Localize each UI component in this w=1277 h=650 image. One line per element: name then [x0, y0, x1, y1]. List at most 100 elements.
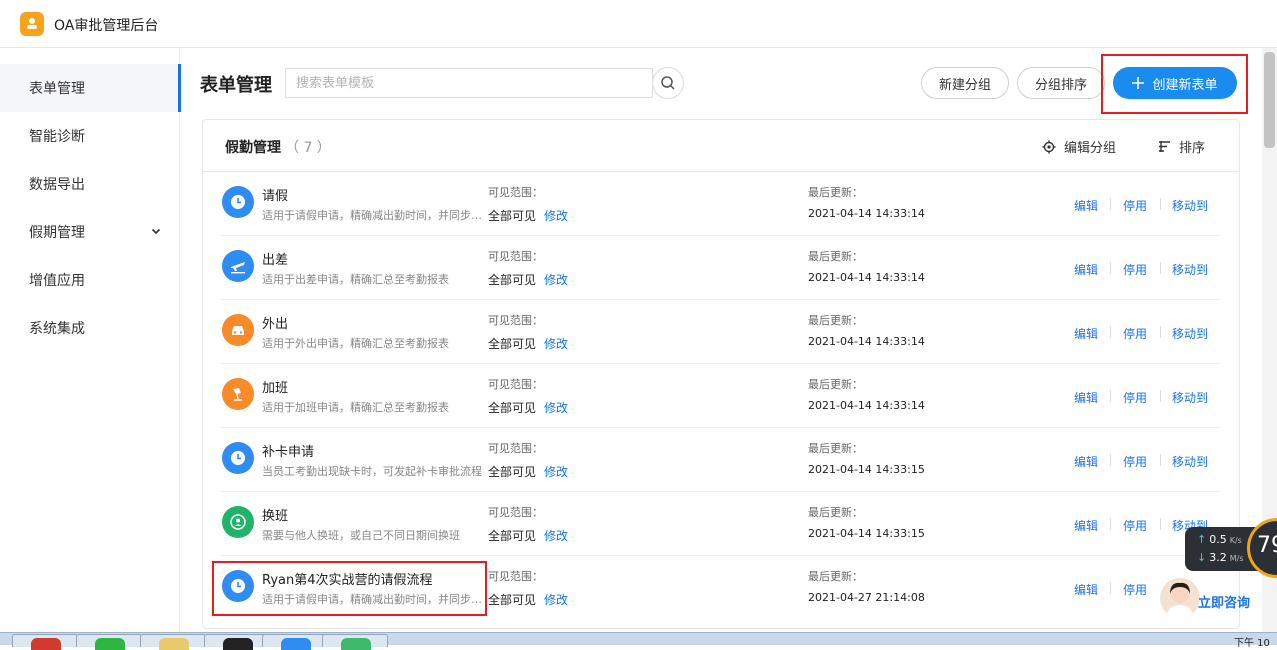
taskbar-app[interactable] — [140, 634, 206, 650]
form-description: 适用于请假申请，精确减出勤时间，并同步至考勤报表 — [262, 209, 488, 222]
sort-icon — [1159, 141, 1170, 152]
group-count: （ 7 ） — [285, 140, 331, 156]
form-name[interactable]: 外出 — [262, 313, 288, 332]
sidebar-item-data-export[interactable]: 数据导出 — [0, 160, 180, 208]
gear-icon — [1042, 140, 1056, 153]
modify-visibility-link[interactable]: 修改 — [544, 591, 568, 608]
app-icon — [95, 638, 125, 650]
last-updated-value: 2021-04-14 14:33:14 — [808, 399, 925, 412]
modify-visibility-link[interactable]: 修改 — [544, 335, 568, 352]
edit-link[interactable]: 编辑 — [1074, 389, 1098, 406]
form-description: 适用于出差申请，精确汇总至考勤报表 — [262, 273, 449, 286]
taskbar-app[interactable] — [204, 634, 270, 650]
form-row: 请假 适用于请假申请，精确减出勤时间，并同步至考勤报表 可见范围： 全部可见 修… — [221, 172, 1221, 236]
edit-group-button[interactable]: 编辑分组 — [1042, 137, 1116, 156]
highlight-box-create-button — [1101, 54, 1248, 114]
action-separator — [1110, 326, 1111, 338]
taskbar-app[interactable] — [322, 634, 388, 650]
edit-link[interactable]: 编辑 — [1074, 517, 1098, 534]
app-icon — [341, 638, 371, 650]
form-row: 换班 需要与他人换班，或自己不同日期间换班 可见范围： 全部可见 修改 最后更新… — [221, 492, 1221, 556]
sort-button[interactable]: 排序 — [1158, 137, 1205, 156]
modify-visibility-link[interactable]: 修改 — [544, 463, 568, 480]
sidebar-item-smart-diagnosis[interactable]: 智能诊断 — [0, 112, 180, 160]
action-separator — [1110, 198, 1111, 210]
form-description: 适用于加班申请，精确汇总至考勤报表 — [262, 401, 449, 414]
sidebar-item-label: 表单管理 — [29, 81, 85, 97]
disable-link[interactable]: 停用 — [1123, 453, 1147, 470]
visible-range-value: 全部可见 — [488, 465, 537, 479]
visible-range-label: 可见范围： — [488, 186, 543, 199]
move-to-link[interactable]: 移动到 — [1172, 453, 1208, 470]
chevron-down-icon — [151, 228, 161, 235]
action-separator — [1160, 518, 1161, 530]
form-row: 补卡申请 当员工考勤出现缺卡时，可发起补卡审批流程 可见范围： 全部可见 修改 … — [221, 428, 1221, 492]
taskbar-app[interactable] — [12, 634, 78, 650]
sidebar-item-system-integration[interactable]: 系统集成 — [0, 304, 180, 352]
move-to-link[interactable]: 移动到 — [1172, 389, 1208, 406]
highlight-box-new-form — [212, 561, 487, 616]
action-separator — [1160, 262, 1161, 274]
sidebar-item-label: 数据导出 — [29, 177, 85, 193]
move-to-link[interactable]: 移动到 — [1172, 325, 1208, 342]
scrollbar-thumb[interactable] — [1264, 52, 1275, 148]
disable-link[interactable]: 停用 — [1123, 325, 1147, 342]
last-updated-label: 最后更新： — [808, 378, 863, 391]
sidebar-item-label: 智能诊断 — [29, 129, 85, 145]
download-arrow-icon: ↓ — [1197, 551, 1207, 564]
disable-link[interactable]: 停用 — [1123, 517, 1147, 534]
taskbar-app[interactable] — [76, 634, 142, 650]
edit-link[interactable]: 编辑 — [1074, 325, 1098, 342]
move-to-link[interactable]: 移动到 — [1172, 197, 1208, 214]
search-icon — [661, 76, 675, 90]
page-title: 表单管理 — [200, 75, 272, 96]
sidebar-item-value-added-apps[interactable]: 增值应用 — [0, 256, 180, 304]
sidebar-item-form-management[interactable]: 表单管理 — [0, 64, 181, 112]
form-name[interactable]: 换班 — [262, 505, 288, 524]
upload-arrow-icon: ↑ — [1197, 533, 1207, 546]
sidebar-item-label: 假期管理 — [29, 225, 85, 241]
sidebar-item-label: 系统集成 — [29, 321, 85, 337]
new-group-button[interactable]: 新建分组 — [921, 67, 1009, 99]
disable-link[interactable]: 停用 — [1123, 261, 1147, 278]
visible-range-value: 全部可见 — [488, 273, 537, 287]
modify-visibility-link[interactable]: 修改 — [544, 527, 568, 544]
taskbar-app[interactable] — [262, 634, 328, 650]
move-to-link[interactable]: 移动到 — [1172, 261, 1208, 278]
clock-icon — [222, 442, 254, 474]
clock-icon — [222, 186, 254, 218]
last-updated-value: 2021-04-14 14:33:15 — [808, 527, 925, 540]
modify-visibility-link[interactable]: 修改 — [544, 207, 568, 224]
disable-link[interactable]: 停用 — [1123, 197, 1147, 214]
group-name: 假勤管理 — [225, 140, 281, 156]
action-separator — [1160, 198, 1161, 210]
group-sort-button[interactable]: 分组排序 — [1017, 67, 1105, 99]
disable-link[interactable]: 停用 — [1123, 389, 1147, 406]
folder-icon — [159, 638, 189, 650]
action-separator — [1160, 390, 1161, 402]
form-row: 出差 适用于出差申请，精确汇总至考勤报表 可见范围： 全部可见 修改 最后更新：… — [221, 236, 1221, 300]
form-description: 适用于外出申请，精确汇总至考勤报表 — [262, 337, 449, 350]
disable-link[interactable]: 停用 — [1123, 581, 1147, 598]
form-name[interactable]: 请假 — [262, 185, 288, 204]
form-name[interactable]: 补卡申请 — [262, 441, 314, 460]
edit-link[interactable]: 编辑 — [1074, 453, 1098, 470]
edit-link[interactable]: 编辑 — [1074, 581, 1098, 598]
modify-visibility-link[interactable]: 修改 — [544, 271, 568, 288]
sidebar-item-label: 增值应用 — [29, 273, 85, 289]
form-name[interactable]: 加班 — [262, 377, 288, 396]
modify-visibility-link[interactable]: 修改 — [544, 399, 568, 416]
form-name[interactable]: 出差 — [262, 249, 288, 268]
search-input[interactable] — [285, 68, 653, 98]
top-bar: OA审批管理后台 — [0, 0, 1277, 48]
search-button[interactable] — [652, 67, 684, 99]
edit-link[interactable]: 编辑 — [1074, 197, 1098, 214]
edit-link[interactable]: 编辑 — [1074, 261, 1098, 278]
last-updated-value: 2021-04-14 14:33:15 — [808, 463, 925, 476]
consult-button[interactable]: 立即咨询 — [1160, 578, 1277, 618]
sidebar-item-leave-management[interactable]: 假期管理 — [0, 208, 180, 256]
group-title: 假勤管理（ 7 ） — [225, 137, 331, 157]
last-updated-label: 最后更新： — [808, 314, 863, 327]
form-description: 需要与他人换班，或自己不同日期间换班 — [262, 529, 460, 542]
download-unit: M/s — [1229, 554, 1244, 563]
